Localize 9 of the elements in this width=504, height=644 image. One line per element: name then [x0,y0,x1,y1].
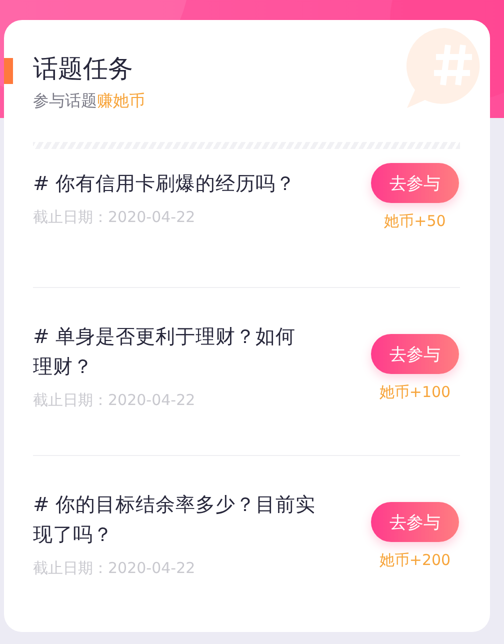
accent-bar [4,58,13,84]
topic-title[interactable]: # 单身是否更利于理财？如何理财？ [33,322,309,382]
topic-title[interactable]: # 你的目标结余率多少？目前实现了吗？ [33,490,333,550]
reward-text: 她币+100 [379,382,451,402]
reward-text: 她币+50 [384,211,446,231]
topic-title[interactable]: # 你有信用卡刷爆的经历吗？ [33,169,333,199]
section-title: 话题任务 [33,53,134,85]
section-subtitle: 参与话题赚她币 [33,90,146,112]
reward-text: 她币+200 [379,550,451,570]
